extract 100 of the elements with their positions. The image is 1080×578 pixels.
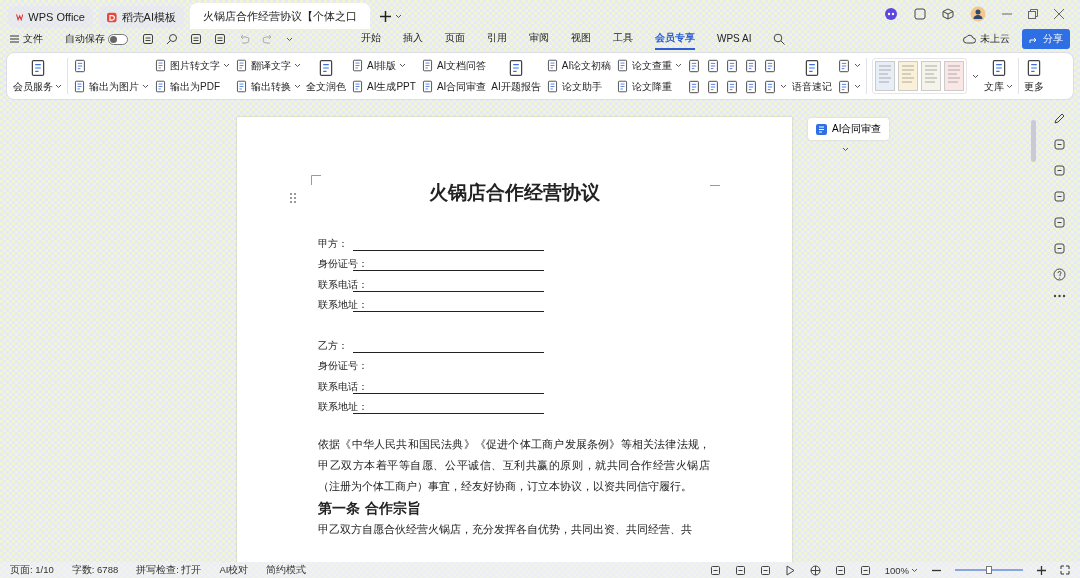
ribbon-button[interactable]: AI开题报告: [491, 58, 541, 94]
close-icon[interactable]: [1054, 9, 1064, 19]
document-icon: [725, 58, 740, 73]
ribbon-button[interactable]: [706, 57, 721, 74]
autosave-label: 自动保存: [65, 32, 105, 46]
ribbon-tab[interactable]: 页面: [445, 28, 465, 50]
more-icon[interactable]: [1053, 294, 1066, 298]
help-icon[interactable]: [1053, 268, 1066, 281]
ribbon-tab[interactable]: 插入: [403, 28, 423, 50]
caret-icon: [142, 84, 149, 89]
status-item[interactable]: 拼写检查: 打开: [136, 563, 202, 577]
window-icon[interactable]: [914, 8, 926, 20]
edit-icon[interactable]: [1053, 112, 1066, 125]
ribbon-button[interactable]: 论文降重: [616, 78, 683, 95]
ribbon-button[interactable]: [687, 78, 702, 95]
document-icon: [725, 79, 740, 94]
caret-icon: [1006, 84, 1014, 89]
zoom-level[interactable]: 100%: [884, 564, 918, 576]
scrollbar-thumb[interactable]: [1031, 120, 1036, 162]
ribbon-button[interactable]: 翻译文字: [235, 57, 301, 74]
ribbon-button[interactable]: [744, 57, 759, 74]
fullscreen-icon[interactable]: [1060, 565, 1070, 575]
document-icon: [545, 80, 559, 93]
zoom-in-icon[interactable]: [1037, 565, 1046, 575]
avatar-icon[interactable]: [970, 6, 986, 22]
add-tab-icon[interactable]: [380, 10, 391, 22]
globe-icon[interactable]: [809, 564, 821, 576]
document-icon: [73, 58, 87, 73]
status-item[interactable]: 简约模式: [266, 563, 307, 577]
restore-icon[interactable]: [1028, 9, 1038, 19]
drag-handle-icon[interactable]: [290, 193, 296, 203]
file-menu[interactable]: 文件: [10, 32, 43, 46]
search-icon[interactable]: [166, 33, 178, 45]
ribbon-tab[interactable]: 引用: [487, 28, 507, 50]
document-tab[interactable]: 稻壳AI模板: [99, 6, 184, 28]
ribbon-button[interactable]: 全文润色: [306, 58, 346, 94]
slider-thumb[interactable]: [986, 566, 992, 574]
document-icon: [420, 59, 434, 72]
caret-icon: [294, 63, 301, 68]
search-icon[interactable]: [773, 33, 786, 45]
autosave-toggle[interactable]: [108, 33, 128, 45]
ribbon-button[interactable]: [744, 78, 759, 95]
ribbon-button[interactable]: [837, 78, 862, 95]
ribbon-button[interactable]: AI文档问答: [420, 57, 487, 74]
field-label: 甲方：: [318, 236, 348, 251]
document-icon: [763, 79, 778, 94]
ribbon-tab[interactable]: 视图: [571, 28, 591, 50]
ribbon-button[interactable]: [837, 57, 862, 74]
document-icon: [351, 59, 364, 72]
ribbon-button[interactable]: 更多: [1024, 58, 1045, 94]
ribbon-tab[interactable]: 审阅: [529, 28, 549, 50]
caret-icon[interactable]: [842, 147, 849, 152]
status-item[interactable]: 页面: 1/10: [10, 563, 54, 577]
ribbon-button[interactable]: AI论文初稿: [545, 57, 612, 74]
ribbon-button[interactable]: 输出为PDF: [154, 78, 230, 95]
ribbon-button[interactable]: 语音速记: [792, 58, 833, 94]
ribbon-button[interactable]: 图片转文字: [154, 57, 230, 74]
document-tab[interactable]: WPS Office: [8, 6, 93, 28]
status-item[interactable]: AI校对: [219, 563, 249, 577]
ribbon-button[interactable]: AI排版: [351, 57, 416, 74]
play-icon[interactable]: [784, 564, 796, 576]
field-label: 身份证号：: [318, 257, 368, 271]
ribbon-button[interactable]: [687, 57, 702, 74]
margin-mark: [710, 185, 720, 187]
ribbon-tab[interactable]: 工具: [613, 28, 633, 50]
ribbon-tab[interactable]: 会员专享: [655, 28, 695, 50]
ribbon-tab[interactable]: WPS AI: [717, 29, 752, 49]
field-label: 联系地址：: [318, 400, 368, 414]
status-item[interactable]: 字数: 6788: [71, 563, 119, 577]
ribbon-button[interactable]: 会员服务: [13, 58, 62, 94]
assistant-icon[interactable]: [884, 7, 898, 21]
document-icon: [816, 123, 827, 135]
caret-icon: [972, 73, 980, 79]
ai-contract-review-button[interactable]: AI合同审查: [808, 118, 890, 140]
share-button[interactable]: 分享: [1022, 29, 1070, 49]
ribbon-button[interactable]: 输出转换: [235, 78, 301, 95]
ribbon-button[interactable]: AI生成PPT: [351, 78, 416, 95]
ribbon-button[interactable]: [706, 78, 721, 95]
ribbon-button[interactable]: 论文助手: [545, 78, 612, 95]
document-tab[interactable]: 火锅店合作经营协议【个体之口: [190, 3, 370, 29]
field-label: 乙方：: [318, 338, 348, 353]
caret-icon: [780, 84, 788, 89]
field-label: 联系电话：: [318, 277, 368, 292]
ribbon-button[interactable]: 论文查重: [616, 57, 683, 74]
ribbon-button[interactable]: 输出为图片: [73, 78, 149, 95]
ribbon-button[interactable]: AI合同审查: [420, 78, 487, 95]
document-title: 火锅店合作经营协议: [428, 180, 600, 205]
ribbon-button[interactable]: 文库: [984, 58, 1014, 94]
ribbon-button[interactable]: [725, 57, 740, 74]
cloud-status[interactable]: 未上云: [963, 32, 1010, 46]
ribbon-button[interactable]: [725, 78, 740, 95]
document-icon: [706, 79, 721, 94]
document-icon: [744, 58, 759, 73]
document-icon: [351, 80, 364, 93]
margin-mark: [311, 175, 321, 185]
document-icon: [837, 58, 852, 73]
cube-icon[interactable]: [942, 8, 954, 20]
ribbon-tab[interactable]: 开始: [361, 28, 381, 50]
ribbon-button[interactable]: [763, 78, 788, 95]
caret-icon: [55, 84, 62, 89]
